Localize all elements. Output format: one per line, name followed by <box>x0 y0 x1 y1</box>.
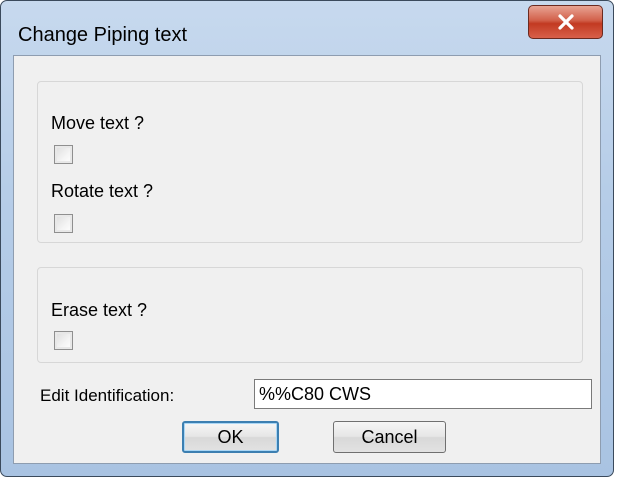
rotate-text-label: Rotate text ? <box>51 181 154 201</box>
close-icon <box>557 14 574 30</box>
title-bar[interactable]: Change Piping text <box>1 1 613 53</box>
dialog-body: Move text ? Rotate text ? Erase text ? E… <box>13 55 601 464</box>
erase-text-checkbox[interactable] <box>54 331 73 350</box>
erase-text-label: Erase text ? <box>51 300 148 320</box>
rotate-text-checkbox[interactable] <box>54 214 73 233</box>
dialog-title: Change Piping text <box>18 24 188 46</box>
move-text-label: Move text ? <box>51 113 145 133</box>
dialog-window: Change Piping text Move text ? Rotate te… <box>0 0 614 477</box>
edit-identification-label: Edit Identification: <box>40 386 175 405</box>
cancel-button[interactable]: Cancel <box>333 421 446 453</box>
close-button[interactable] <box>528 5 603 39</box>
move-rotate-group <box>37 81 583 243</box>
ok-button[interactable]: OK <box>182 421 279 453</box>
identification-input[interactable] <box>254 379 592 409</box>
move-text-checkbox[interactable] <box>54 145 73 164</box>
